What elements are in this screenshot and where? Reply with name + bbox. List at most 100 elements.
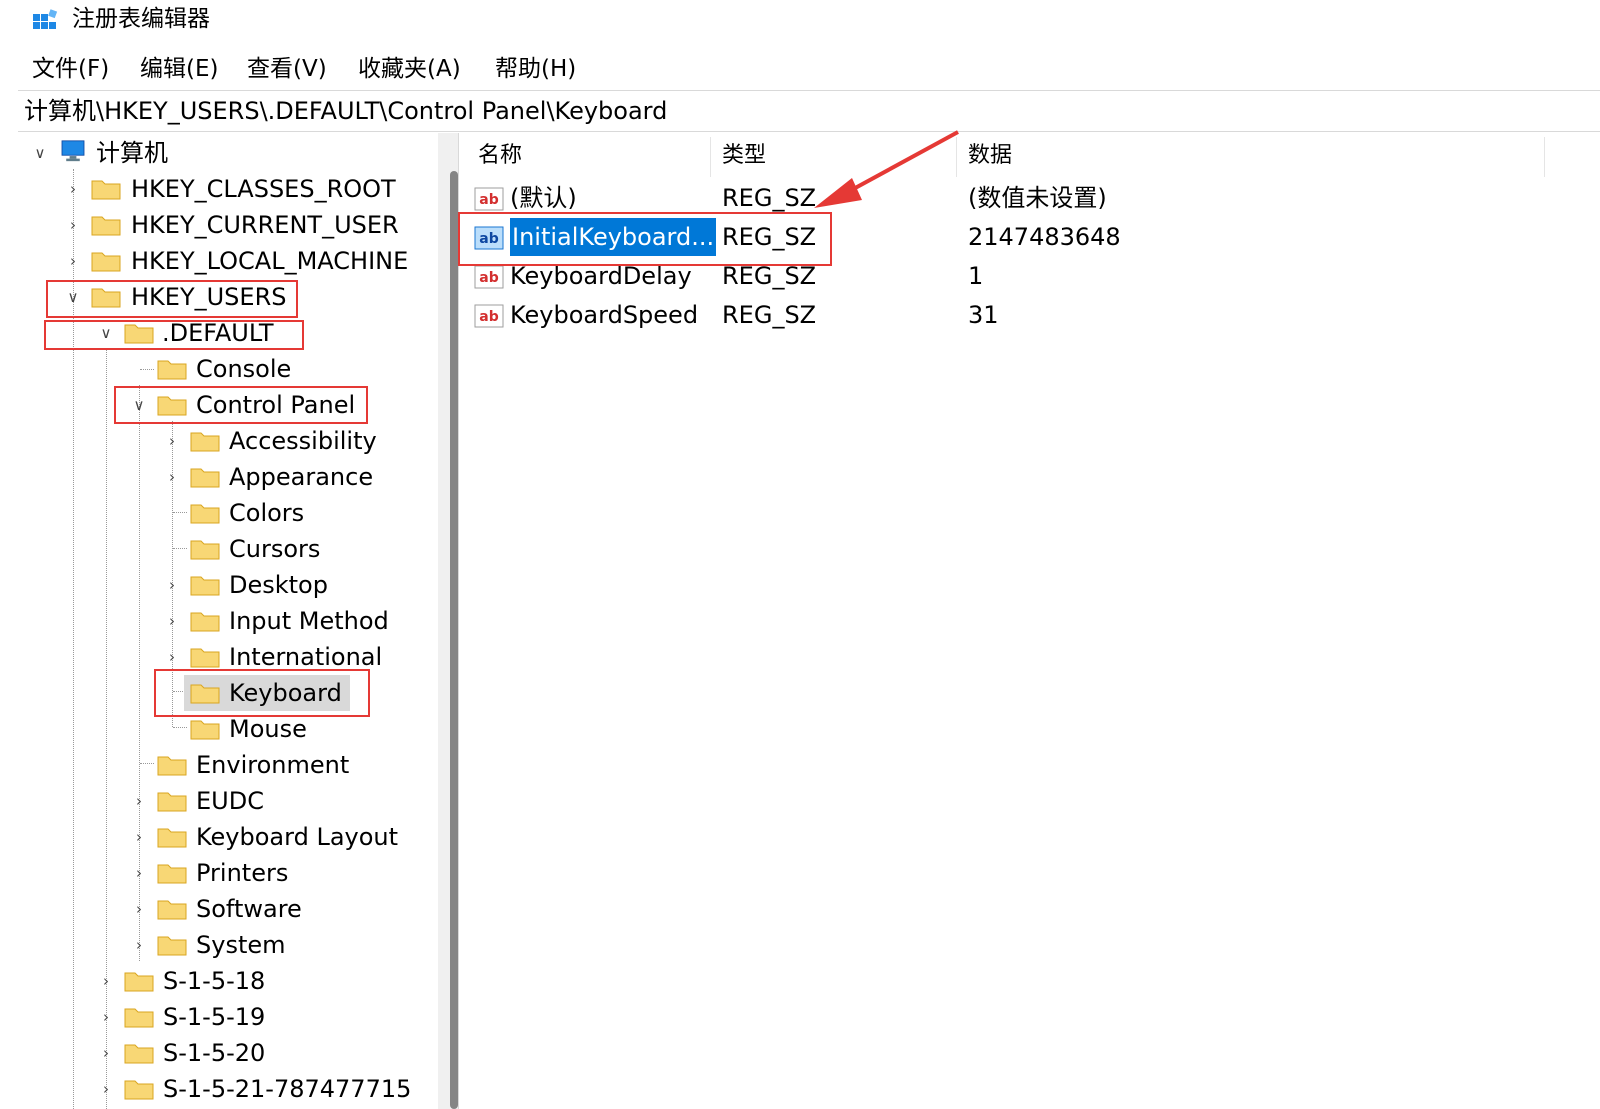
folder-icon <box>190 432 220 452</box>
column-header-type[interactable]: 类型 <box>722 133 766 179</box>
folder-icon <box>157 828 187 848</box>
tree-item-environment[interactable]: Environment <box>18 747 438 783</box>
chevron-down-icon[interactable]: ∨ <box>96 315 116 351</box>
menu-view[interactable]: 查看(V) <box>247 52 327 86</box>
menu-edit[interactable]: 编辑(E) <box>140 52 218 86</box>
address-bar[interactable]: 计算机\HKEY_USERS\.DEFAULT\Control Panel\Ke… <box>18 90 1600 132</box>
column-separator[interactable] <box>710 137 711 177</box>
folder-open-icon <box>157 396 187 416</box>
string-value-icon: ab <box>474 304 504 328</box>
folder-icon <box>124 972 154 992</box>
chevron-right-icon[interactable]: › <box>162 459 182 495</box>
chevron-right-icon[interactable]: › <box>162 423 182 459</box>
menu-favorites[interactable]: 收藏夹(A) <box>358 52 461 86</box>
values-list[interactable]: 名称 类型 数据 ab (默认) REG_SZ (数值未设置) ab Initi… <box>464 133 1600 1109</box>
chevron-right-icon[interactable]: › <box>96 1071 116 1107</box>
tree-scrollbar-thumb[interactable] <box>450 171 458 1109</box>
folder-icon <box>157 756 187 776</box>
tree-item-desktop[interactable]: › Desktop <box>18 567 438 603</box>
chevron-right-icon[interactable]: › <box>129 891 149 927</box>
folder-icon <box>157 864 187 884</box>
tree-item-system[interactable]: › System <box>18 927 438 963</box>
chevron-right-icon[interactable]: › <box>162 603 182 639</box>
folder-icon <box>91 216 121 236</box>
tree-item-keyboard-layout[interactable]: › Keyboard Layout <box>18 819 438 855</box>
value-type: REG_SZ <box>722 262 817 290</box>
folder-icon <box>124 1044 154 1064</box>
folder-icon <box>190 720 220 740</box>
value-name: KeyboardDelay <box>510 262 692 290</box>
folder-icon <box>190 468 220 488</box>
tree-item-default[interactable]: ∨ .DEFAULT <box>18 315 438 351</box>
chevron-right-icon[interactable]: › <box>129 819 149 855</box>
column-separator[interactable] <box>1544 137 1545 177</box>
tree-item-hkey-current-user[interactable]: › HKEY_CURRENT_USER <box>18 207 438 243</box>
tree-item-hkey-local-machine[interactable]: › HKEY_LOCAL_MACHINE <box>18 243 438 279</box>
column-header-name[interactable]: 名称 <box>478 133 522 179</box>
value-row-initialkeyboard[interactable]: ab InitialKeyboard... REG_SZ 2147483648 <box>464 218 1600 256</box>
tree-item-international[interactable]: › International <box>18 639 438 675</box>
chevron-right-icon[interactable]: › <box>129 783 149 819</box>
value-row-keyboardspeed[interactable]: ab KeyboardSpeed REG_SZ 31 <box>464 296 1600 334</box>
tree-item-colors[interactable]: Colors <box>18 495 438 531</box>
chevron-right-icon[interactable]: › <box>96 963 116 999</box>
chevron-down-icon[interactable]: ∨ <box>30 135 50 171</box>
tree-item-control-panel[interactable]: ∨ Control Panel <box>18 387 438 423</box>
chevron-right-icon[interactable]: › <box>63 207 83 243</box>
tree-item-mouse[interactable]: Mouse <box>18 711 438 747</box>
tree-item-accessibility[interactable]: › Accessibility <box>18 423 438 459</box>
chevron-down-icon[interactable]: ∨ <box>129 387 149 423</box>
tree-item-hkey-classes-root[interactable]: › HKEY_CLASSES_ROOT <box>18 171 438 207</box>
folder-icon <box>190 540 220 560</box>
tree-item-printers[interactable]: › Printers <box>18 855 438 891</box>
value-type: REG_SZ <box>722 184 817 212</box>
string-value-icon: ab <box>474 265 504 289</box>
column-separator[interactable] <box>956 137 957 177</box>
tree-item-software[interactable]: › Software <box>18 891 438 927</box>
title-bar: 注册表编辑器 <box>0 0 1600 38</box>
chevron-right-icon[interactable]: › <box>129 927 149 963</box>
value-data: 2147483648 <box>968 223 1121 251</box>
chevron-down-icon[interactable]: ∨ <box>63 279 83 315</box>
folder-icon <box>190 576 220 596</box>
tree-item-input-method[interactable]: › Input Method <box>18 603 438 639</box>
chevron-right-icon[interactable]: › <box>96 999 116 1035</box>
chevron-right-icon[interactable]: › <box>63 243 83 279</box>
tree-item-s-1-5-18[interactable]: › S-1-5-18 <box>18 963 438 999</box>
svg-text:ab: ab <box>479 192 498 208</box>
folder-icon <box>157 900 187 920</box>
chevron-right-icon[interactable]: › <box>162 639 182 675</box>
tree-item-eudc[interactable]: › EUDC <box>18 783 438 819</box>
window-title: 注册表编辑器 <box>72 6 210 32</box>
value-name: KeyboardSpeed <box>510 301 699 329</box>
svg-text:ab: ab <box>479 270 498 286</box>
tree-item-cursors[interactable]: Cursors <box>18 531 438 567</box>
address-path[interactable]: 计算机\HKEY_USERS\.DEFAULT\Control Panel\Ke… <box>24 94 667 128</box>
value-type: REG_SZ <box>722 223 817 251</box>
folder-icon <box>190 504 220 524</box>
column-header-data[interactable]: 数据 <box>968 133 1012 179</box>
chevron-right-icon[interactable]: › <box>129 855 149 891</box>
folder-icon <box>157 792 187 812</box>
menu-file[interactable]: 文件(F) <box>32 52 109 86</box>
value-row-default[interactable]: ab (默认) REG_SZ (数值未设置) <box>464 179 1600 217</box>
tree-item-hkey-users[interactable]: ∨ HKEY_USERS <box>18 279 438 315</box>
chevron-right-icon[interactable]: › <box>162 567 182 603</box>
registry-editor-icon <box>33 9 58 29</box>
tree-item-console[interactable]: Console <box>18 351 438 387</box>
tree-item-computer[interactable]: ∨ 计算机 <box>18 135 438 171</box>
tree-item-s-1-5-19[interactable]: › S-1-5-19 <box>18 999 438 1035</box>
folder-open-icon <box>91 288 121 308</box>
tree-item-appearance[interactable]: › Appearance <box>18 459 438 495</box>
tree-item-keyboard[interactable]: Keyboard <box>184 675 350 711</box>
folder-icon <box>190 612 220 632</box>
chevron-right-icon[interactable]: › <box>63 171 83 207</box>
key-tree[interactable]: ∨ 计算机 › HKEY_CLASSES_ROOT › HKEY_CURRENT… <box>18 133 459 1109</box>
tree-item-s-1-5-21[interactable]: › S-1-5-21-787477715 <box>18 1071 438 1107</box>
menu-help[interactable]: 帮助(H) <box>495 52 576 86</box>
folder-icon <box>124 1080 154 1100</box>
folder-icon <box>157 936 187 956</box>
tree-item-s-1-5-20[interactable]: › S-1-5-20 <box>18 1035 438 1071</box>
chevron-right-icon[interactable]: › <box>96 1035 116 1071</box>
value-row-keyboarddelay[interactable]: ab KeyboardDelay REG_SZ 1 <box>464 257 1600 295</box>
